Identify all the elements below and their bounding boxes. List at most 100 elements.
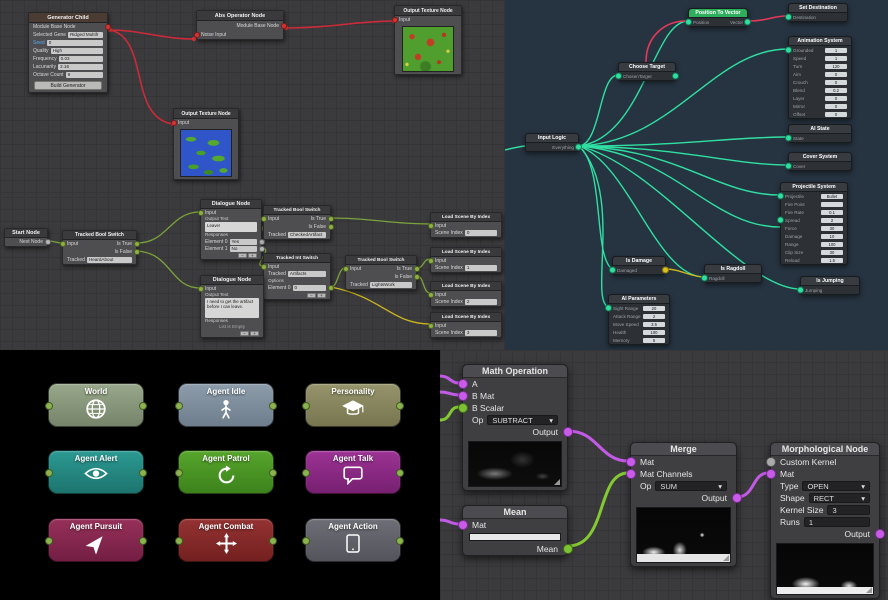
node-header[interactable]: Merge [631, 443, 736, 456]
resize-handle[interactable] [866, 587, 872, 593]
node-header[interactable]: Load Scene By Index [431, 213, 501, 222]
load-scene-node[interactable]: Load Scene By Index Input Scene Index 1 [428, 247, 502, 273]
node-header[interactable]: Tracked Bool Switch [63, 231, 136, 240]
is-true-port[interactable] [414, 267, 419, 271]
input-port[interactable] [786, 135, 791, 141]
output-port[interactable] [875, 530, 884, 538]
runs-field[interactable]: 1 [803, 517, 870, 527]
row-field[interactable]: 0 [825, 95, 847, 101]
remove-element-button[interactable]: − [240, 331, 249, 336]
option-field[interactable]: 0 [292, 285, 326, 291]
a-input-port[interactable] [458, 380, 467, 388]
output-port[interactable] [732, 494, 741, 502]
row-field[interactable]: 5 [643, 337, 665, 343]
kernel-size-field[interactable]: 3 [827, 505, 870, 515]
node-header[interactable]: Output Texture Node [395, 6, 461, 16]
generator-child-node[interactable]: Generator Child Module Base Node Selecte… [28, 12, 110, 93]
is-jumping-node[interactable]: Is Jumping Jumping [798, 276, 860, 295]
load-scene-node[interactable]: Load Scene By Index Input Scene Index 0 [428, 212, 502, 238]
math-operation-node[interactable]: Math Operation A B Mat B Scalar Op SUBTRA… [458, 364, 572, 491]
set-destination-node[interactable]: Set Destination Destination [786, 3, 848, 22]
tracked-bool-switch-node[interactable]: Tracked Bool Switch Input Is True Is Fals… [60, 230, 139, 265]
agent-idle-node[interactable]: Agent Idle [175, 383, 277, 427]
node-header[interactable]: Output Texture Node [174, 109, 238, 119]
op-dropdown[interactable]: SUM ▾ [655, 481, 727, 491]
node-header[interactable]: Tracked Bool Switch [264, 206, 330, 215]
input-port[interactable] [798, 287, 803, 293]
add-element-button[interactable]: + [248, 253, 257, 258]
agent-talk-node[interactable]: Agent Talk [302, 450, 404, 494]
ai-state-node[interactable]: AI State State [786, 124, 852, 143]
noise-graph-canvas[interactable]: Generator Child Module Base Node Selecte… [0, 0, 505, 197]
morphological-node[interactable]: Morphological Node Custom Kernel Mat Typ… [766, 442, 884, 599]
node-header[interactable]: Cover System [789, 153, 851, 162]
b-mat-input-port[interactable] [458, 392, 467, 400]
load-scene-node[interactable]: Load Scene By Index Input Scene Index 2 [428, 281, 502, 307]
remove-element-button[interactable]: − [238, 253, 247, 258]
node-header[interactable]: Load Scene By Index [431, 248, 501, 257]
tracked-bool-switch-node[interactable]: Tracked Bool Switch Input Is True Is Fals… [343, 255, 419, 290]
merge-node[interactable]: Merge Mat Mat Channels Op SUM ▾ Output [626, 442, 741, 567]
node-header[interactable]: Generator Child [29, 13, 107, 23]
row-field[interactable]: 100 [821, 241, 843, 247]
remove-element-button[interactable]: − [307, 293, 316, 298]
next-node-port[interactable] [45, 240, 50, 244]
agent-pursuit-node[interactable]: Agent Pursuit [45, 518, 147, 562]
lacunarity-field[interactable]: 2.16 [58, 64, 103, 70]
add-element-button[interactable]: + [250, 331, 259, 336]
personality-node[interactable]: Personality [302, 383, 404, 427]
dialogue-text-area[interactable]: I need to get the artifact before I can … [205, 298, 259, 318]
row-field[interactable]: 0 [825, 111, 847, 117]
node-header[interactable]: Load Scene By Index [431, 282, 501, 291]
resize-handle[interactable] [554, 479, 560, 485]
node-header[interactable]: AI Parameters [609, 295, 669, 304]
row-field[interactable]: 3.5 [643, 321, 665, 327]
scene-index-field[interactable]: 3 [464, 330, 497, 336]
output-port[interactable] [745, 19, 750, 25]
is-false-port[interactable] [414, 275, 419, 279]
is-damage-node[interactable]: Is Damage Damaged [610, 256, 668, 275]
tracked-variable-dropdown[interactable]: LightsWork [369, 282, 412, 288]
animation-system-node[interactable]: Animation System Grounded 1 Speed 1 Turn 12… [786, 36, 852, 119]
quality-dropdown[interactable]: High [50, 48, 103, 54]
output-port[interactable] [673, 73, 678, 79]
output-port[interactable] [563, 428, 572, 436]
row-field[interactable]: 30 [821, 249, 843, 255]
module-output-port[interactable] [105, 25, 110, 29]
row-field[interactable]: 100 [643, 329, 665, 335]
response-output-port[interactable] [259, 246, 264, 251]
is-ragdoll-node[interactable]: Is Ragdoll Ragdoll [702, 264, 762, 283]
input-port[interactable] [778, 193, 783, 199]
is-false-port[interactable] [328, 225, 333, 229]
choose-target-node[interactable]: Choose Target ChosenTarget [616, 62, 678, 81]
row-field[interactable]: 0.2 [825, 87, 847, 93]
add-element-button[interactable]: + [317, 293, 326, 298]
row-field[interactable]: 20 [643, 305, 665, 311]
node-header[interactable]: Dialogue Node [201, 200, 261, 209]
input-port[interactable] [428, 258, 433, 263]
scene-index-field[interactable]: 0 [464, 230, 497, 236]
abs-operator-node[interactable]: Abs Operator Node Module Base Node Noise… [194, 10, 286, 40]
input-port[interactable] [786, 163, 791, 169]
row-field[interactable]: 0.1 [821, 209, 843, 215]
node-header[interactable]: Load Scene By Index [431, 313, 501, 322]
node-header[interactable]: Is Damage [613, 257, 665, 266]
node-header[interactable]: Projectile System [781, 183, 847, 192]
node-header[interactable]: Dialogue Node [201, 276, 263, 285]
row-field[interactable]: 2 [821, 217, 843, 223]
agent-combat-node[interactable]: Agent Combat [175, 518, 277, 562]
row-field[interactable]: 30 [821, 225, 843, 231]
module-output-port[interactable] [281, 23, 286, 28]
noise-input-port[interactable] [194, 32, 199, 37]
projectile-system-node[interactable]: Projectile System Projectile Bullet Fire … [778, 182, 848, 265]
mat-input-port[interactable] [458, 521, 467, 529]
node-header[interactable]: Input Logic [526, 134, 578, 143]
output-texture-node-top[interactable]: Output Texture Node Input [392, 5, 462, 75]
row-field[interactable]: 120 [825, 63, 847, 69]
output-port[interactable] [663, 267, 668, 273]
input-port[interactable] [60, 242, 65, 246]
node-header[interactable]: Is Jumping [801, 277, 859, 286]
mat-input-port[interactable] [766, 470, 775, 478]
node-header[interactable]: Start Node [5, 229, 47, 238]
dialogue-graph-canvas[interactable]: Start Node Next Node Tracked Bool Switch… [0, 197, 505, 350]
